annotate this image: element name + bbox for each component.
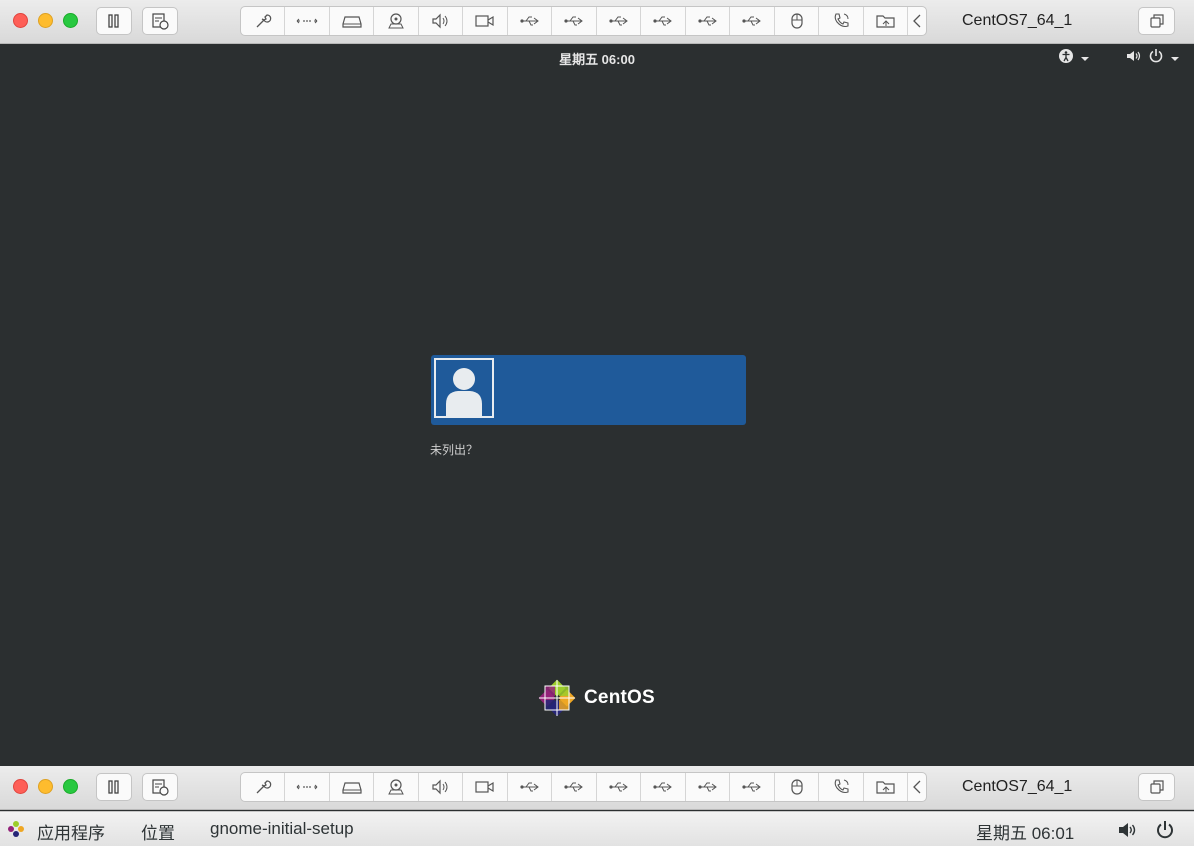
shared-folder-icon[interactable]	[864, 7, 909, 35]
disk-icon[interactable]	[330, 773, 375, 801]
close-window-button[interactable]	[13, 779, 28, 794]
snapshot-icon	[152, 779, 169, 796]
power-icon[interactable]	[1148, 48, 1164, 67]
centos-logo-icon	[538, 679, 576, 717]
pause-button[interactable]	[96, 7, 132, 35]
restore-icon	[1149, 14, 1164, 28]
places-menu[interactable]: 位置	[141, 819, 175, 844]
mouse-icon[interactable]	[775, 773, 820, 801]
sound-icon[interactable]	[419, 7, 464, 35]
active-window-name[interactable]: gnome-initial-setup	[210, 819, 354, 839]
usb-icon[interactable]	[686, 773, 731, 801]
not-listed-link[interactable]: 未列出？	[430, 441, 478, 458]
volume-icon[interactable]	[1126, 49, 1142, 66]
usb-icon[interactable]	[552, 773, 597, 801]
minimize-window-button[interactable]	[38, 779, 53, 794]
volume-icon[interactable]	[1118, 822, 1138, 843]
usb-icon[interactable]	[641, 773, 686, 801]
snapshot-button[interactable]	[142, 773, 178, 801]
user-list-item[interactable]	[431, 355, 746, 425]
usb-icon[interactable]	[597, 7, 642, 35]
video-icon[interactable]	[463, 7, 508, 35]
settings-icon[interactable]	[241, 7, 286, 35]
pause-icon	[108, 14, 119, 28]
network-icon[interactable]	[285, 773, 330, 801]
settings-icon[interactable]	[241, 773, 286, 801]
restore-window-button[interactable]	[1138, 7, 1175, 35]
usb-icon[interactable]	[730, 773, 775, 801]
pause-button[interactable]	[96, 773, 132, 801]
video-icon[interactable]	[463, 773, 508, 801]
network-icon[interactable]	[285, 7, 330, 35]
usb-icon[interactable]	[641, 7, 686, 35]
pause-icon	[108, 780, 119, 794]
close-window-button[interactable]	[13, 13, 28, 28]
vm-toolbar-duplicate: CentOS7_64_1	[0, 766, 1194, 810]
accessibility-icon[interactable]	[1058, 48, 1074, 67]
mouse-icon[interactable]	[775, 7, 820, 35]
device-toolbar	[240, 772, 927, 802]
vm-title: CentOS7_64_1	[962, 778, 1073, 795]
gnome-top-panel: 应用程序 位置 gnome-initial-setup 星期五 06:01	[0, 811, 1194, 846]
shared-folder-icon[interactable]	[864, 773, 909, 801]
window-controls	[13, 13, 78, 28]
applications-menu[interactable]: 应用程序	[37, 819, 105, 844]
snapshot-icon	[152, 13, 169, 30]
usb-icon[interactable]	[508, 7, 553, 35]
sound-icon[interactable]	[419, 773, 464, 801]
usb-icon[interactable]	[508, 773, 553, 801]
centos-logo-text: CentOS	[584, 687, 655, 708]
avatar	[434, 358, 494, 418]
user-icon	[446, 368, 482, 416]
camera-icon[interactable]	[374, 7, 419, 35]
camera-icon[interactable]	[374, 773, 419, 801]
zoom-window-button[interactable]	[63, 13, 78, 28]
usb-icon[interactable]	[686, 7, 731, 35]
usb-icon[interactable]	[552, 7, 597, 35]
device-toolbar	[240, 6, 927, 36]
vm-toolbar: CentOS7_64_1	[0, 0, 1194, 44]
snapshot-button[interactable]	[142, 7, 178, 35]
window-controls	[13, 779, 78, 794]
guest-screen: 星期五 06:00 未列出？ CentOS	[0, 44, 1194, 766]
applications-icon[interactable]	[7, 820, 25, 843]
chevron-left-icon[interactable]	[908, 773, 926, 801]
restore-window-button[interactable]	[1138, 773, 1175, 801]
zoom-window-button[interactable]	[63, 779, 78, 794]
minimize-window-button[interactable]	[38, 13, 53, 28]
power-icon[interactable]	[1155, 820, 1175, 845]
vm-title: CentOS7_64_1	[962, 12, 1073, 29]
disk-icon[interactable]	[330, 7, 375, 35]
usb-icon[interactable]	[730, 7, 775, 35]
chevron-down-icon[interactable]	[1170, 51, 1180, 65]
panel-clock[interactable]: 星期五 06:01	[976, 819, 1074, 844]
chevron-left-icon[interactable]	[908, 7, 926, 35]
restore-icon	[1149, 780, 1164, 794]
gnome-system-menu	[1058, 48, 1180, 67]
centos-logo: CentOS	[536, 677, 655, 719]
phone-icon[interactable]	[819, 7, 864, 35]
usb-icon[interactable]	[597, 773, 642, 801]
chevron-down-icon[interactable]	[1080, 51, 1090, 65]
phone-icon[interactable]	[819, 773, 864, 801]
gnome-clock[interactable]: 星期五 06:00	[0, 49, 1194, 68]
